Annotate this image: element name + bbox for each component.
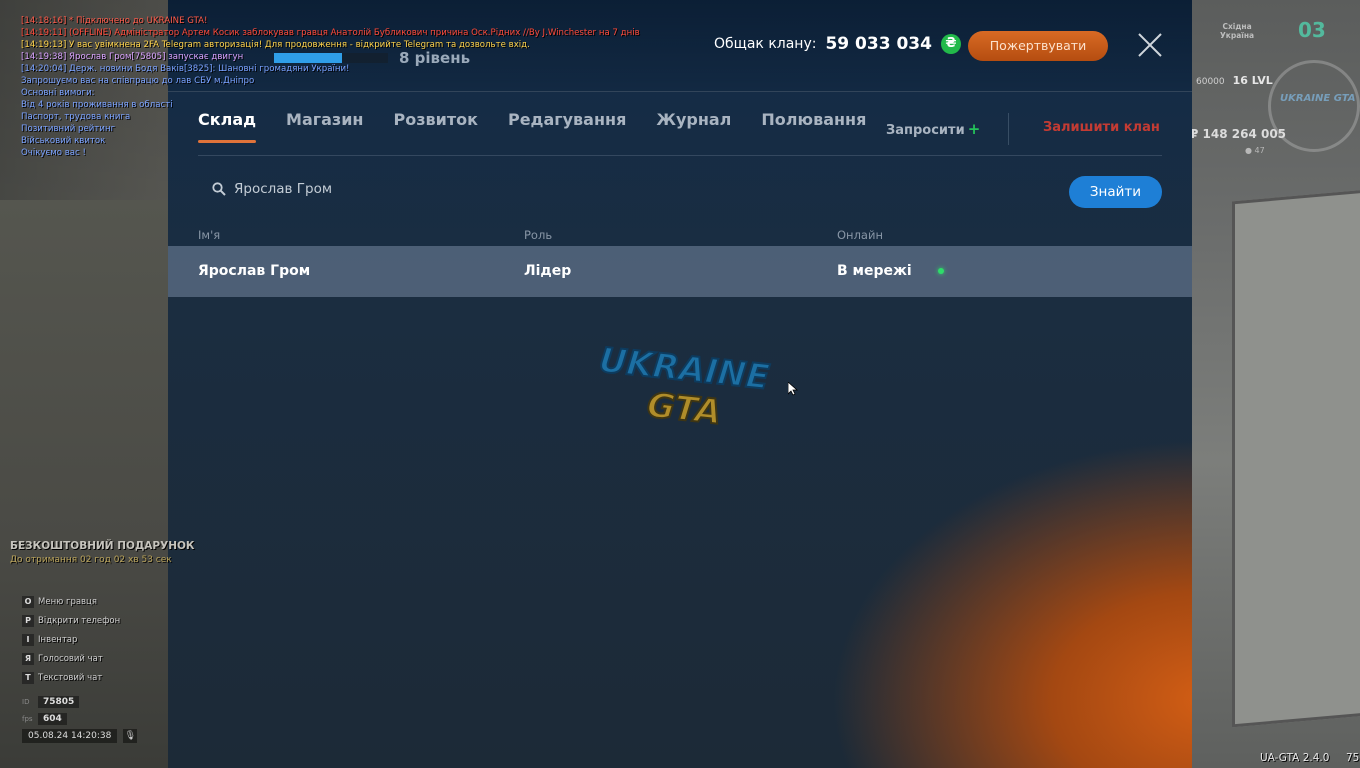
chat-message: [14:19:38] Ярослав Гром[75805] запускає … <box>21 52 244 62</box>
hud-coins: ● 47 <box>1245 146 1265 155</box>
chat-message: [14:18:16] * Підключено до UKRAINE GTA! <box>21 16 208 26</box>
mouse-cursor-icon <box>788 382 798 396</box>
chat-message: Від 4 років проживання в області <box>21 100 173 110</box>
members-table-header: Ім'я Роль Онлайн <box>198 228 1162 242</box>
svg-text:GTA: GTA <box>645 385 723 430</box>
find-button[interactable]: Знайти <box>1069 176 1162 208</box>
inventory-key-icon: I <box>22 633 34 646</box>
chat-message: Запрошуємо вас на співпрацю до лав СБУ м… <box>21 76 255 86</box>
clan-balance: Общак клану: 59 033 034 ₴ <box>714 34 961 54</box>
hud-money-value: 148 264 005 <box>1202 127 1287 141</box>
chat-message: Позитивний рейтинг <box>21 124 116 134</box>
hud-xp: 60000 <box>1196 77 1225 87</box>
hint-player-menu: O Меню гравця <box>22 592 120 611</box>
column-name: Ім'я <box>198 228 221 242</box>
datetime-value: 05.08.24 14:20:38 <box>22 729 118 743</box>
text-key-icon: T <box>22 671 34 684</box>
hint-label: Текстовий чат <box>38 672 103 683</box>
online-indicator-icon <box>938 268 944 274</box>
search-icon <box>212 182 226 196</box>
member-status: В мережі <box>837 263 912 279</box>
hint-voice-chat: Я Голосовий чат <box>22 649 120 668</box>
region-number: 03 <box>1298 18 1326 42</box>
free-gift-banner: БЕЗКОШТОВНИЙ ПОДАРУНОК До отримання 02 г… <box>10 540 195 565</box>
chat-message: Військовий квиток <box>21 136 106 146</box>
column-role: Роль <box>524 228 553 242</box>
hud-level: 60000 16 LVL <box>1196 74 1273 87</box>
plus-icon: + <box>967 120 981 138</box>
chat-message: Основні вимоги: <box>21 88 95 98</box>
chat-log: [14:18:16] * Підключено до UKRAINE GTA! [… <box>21 15 721 159</box>
player-fps: 604 <box>38 712 67 725</box>
gift-timer: До отримання 02 год 02 хв 53 сек <box>10 555 172 565</box>
region-name: Східна Україна <box>1220 22 1255 40</box>
leave-clan-button[interactable]: Залишити клан <box>1043 120 1160 135</box>
hryvnia-icon: ₴ <box>940 34 961 54</box>
game-version: UA-GTA 2.4.0 <box>1260 752 1330 764</box>
hint-label: Голосовий чат <box>38 653 103 664</box>
player-info: ID 75805 fps 604 <box>22 693 80 727</box>
balance-value: 59 033 034 <box>825 34 932 54</box>
chat-message: [14:19:11] (OFFLINE) Адміністратор Артем… <box>21 28 640 38</box>
chat-message: Паспорт, трудова книга <box>21 112 131 122</box>
hint-label: Меню гравця <box>38 596 97 607</box>
microphone-icon: 🎙 <box>123 729 138 743</box>
close-icon[interactable] <box>1137 32 1163 58</box>
chat-message: Очікуємо вас ! <box>21 148 86 158</box>
hint-text-chat: T Текстовий чат <box>22 668 120 687</box>
search-input[interactable] <box>232 180 636 198</box>
table-row[interactable]: Ярослав Гром Лідер В мережі <box>168 246 1192 297</box>
invite-label: Запросити <box>886 123 965 138</box>
phone-key-icon: P <box>22 614 34 627</box>
member-role: Лідер <box>524 263 572 279</box>
tab-hunting[interactable]: Полювання <box>761 110 866 143</box>
key-hints: O Меню гравця P Відкрити телефон I Інвен… <box>22 592 120 687</box>
hud-level-value: 16 LVL <box>1232 74 1273 87</box>
column-online: Онлайн <box>837 228 883 242</box>
ukraine-gta-watermark-icon: UKRAINE GTA <box>596 340 772 430</box>
donate-button[interactable]: Пожертвувати <box>968 31 1108 61</box>
menu-key-icon: O <box>22 595 34 608</box>
member-name: Ярослав Гром <box>198 263 311 279</box>
hud-logo: UKRAINE GTA <box>1280 93 1356 104</box>
chat-message: [14:19:13] У вас увімкнена 2FA Telegram … <box>21 40 530 50</box>
fps-counter: 75 <box>1346 752 1360 764</box>
hint-phone: P Відкрити телефон <box>22 611 120 630</box>
svg-text:UKRAINE: UKRAINE <box>597 340 771 398</box>
hud-money: ₽ 148 264 005 <box>1190 127 1287 141</box>
fps-label: fps <box>22 714 33 723</box>
search-bar <box>212 180 636 198</box>
header-divider <box>1008 113 1009 145</box>
hint-label: Інвентар <box>38 634 78 645</box>
voice-key-icon: Я <box>22 652 34 665</box>
invite-button[interactable]: Запросити + <box>886 120 980 138</box>
hint-inventory: I Інвентар <box>22 630 120 649</box>
balance-label: Общак клану: <box>714 36 817 52</box>
id-label: ID <box>22 697 30 706</box>
player-id: 75805 <box>38 695 80 708</box>
hint-label: Відкрити телефон <box>38 615 121 626</box>
hud-coins-value: 47 <box>1254 146 1265 155</box>
gift-title: БЕЗКОШТОВНИЙ ПОДАРУНОК <box>10 540 195 552</box>
chat-message: [14:20:04] Держ. новини Бодя Ваків[3825]… <box>21 64 350 74</box>
date-time: 05.08.24 14:20:38 🎙 <box>22 729 138 743</box>
